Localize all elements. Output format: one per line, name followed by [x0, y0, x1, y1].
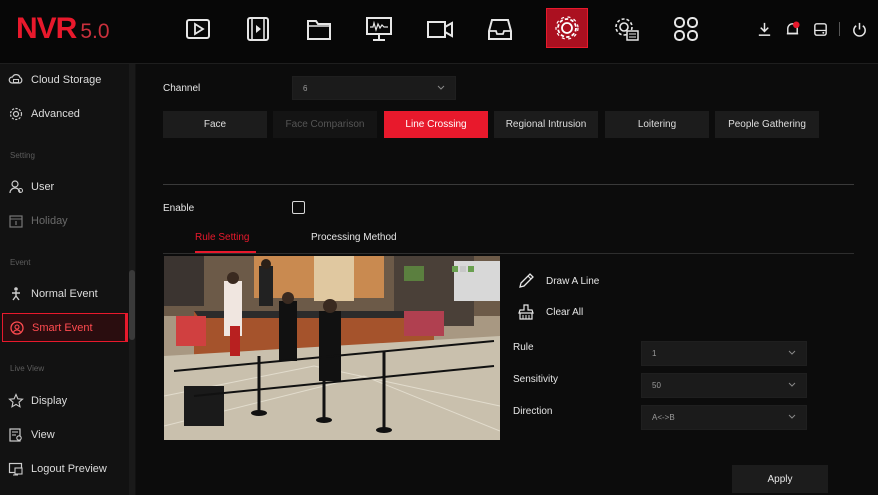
view-icon — [9, 428, 22, 442]
clear-all-label: Clear All — [546, 306, 584, 318]
sidebar-item-holiday[interactable]: Holiday — [8, 207, 126, 235]
sidebar-item-label: Advanced — [31, 108, 80, 120]
sidebar-item-view[interactable]: View — [8, 421, 126, 449]
sensitivity-label: Sensitivity — [513, 374, 559, 385]
sidebar-item-user[interactable]: User — [8, 173, 126, 201]
sidebar-item-normal-event[interactable]: Normal Event — [8, 280, 126, 308]
sidebar-item-smart-event[interactable]: Smart Event — [2, 313, 128, 342]
chevron-down-icon — [437, 85, 445, 90]
enable-checkbox[interactable] — [292, 201, 305, 214]
video-clip-icon[interactable] — [240, 11, 276, 47]
sidebar-item-logout-preview[interactable]: Logout Preview — [8, 455, 126, 483]
direction-value: A<->B — [652, 413, 675, 422]
clear-all-button[interactable]: Clear All — [516, 302, 583, 322]
chevron-down-icon — [788, 414, 796, 419]
disk-icon[interactable] — [811, 20, 829, 38]
status-icons — [755, 20, 868, 38]
storage-icon[interactable] — [482, 11, 518, 47]
sidebar-item-label: Smart Event — [32, 321, 93, 334]
sidebar-item-label: Normal Event — [31, 288, 98, 300]
pencil-icon — [519, 273, 534, 288]
draw-line-button[interactable]: Draw A Line — [516, 271, 599, 291]
sensitivity-select[interactable]: 50 — [641, 373, 807, 398]
sidebar-item-label: Holiday — [31, 215, 68, 227]
sidebar-item-label: Logout Preview — [31, 463, 107, 475]
sidebar-item-label: View — [31, 429, 55, 441]
draw-line-label: Draw A Line — [546, 275, 600, 287]
system-config-icon[interactable] — [608, 11, 644, 47]
advanced-gear-icon — [9, 107, 23, 121]
power-icon[interactable] — [850, 20, 868, 38]
tab-regional-intrusion[interactable]: Regional Intrusion — [494, 111, 598, 138]
channel-select[interactable]: 6 — [292, 76, 456, 100]
sidebar-item-label: User — [31, 181, 55, 193]
camera-icon[interactable] — [422, 11, 458, 47]
camera-preview[interactable] — [164, 256, 500, 440]
cloud-storage-icon — [8, 74, 23, 84]
section-label-live-view: Live View — [10, 364, 45, 373]
alarm-bell-icon[interactable] — [783, 20, 801, 38]
monitor-icon[interactable] — [361, 11, 397, 47]
section-label-setting: Setting — [10, 151, 35, 160]
sidebar-item-advanced[interactable]: Advanced — [8, 100, 126, 128]
divider — [839, 22, 840, 36]
calendar-icon — [9, 215, 23, 228]
main-content: Channel 6 Face Face Comparison Line Cros… — [136, 64, 878, 495]
download-icon[interactable] — [755, 20, 773, 38]
tab-face-comparison[interactable]: Face Comparison — [273, 111, 377, 138]
camera-scene-image — [164, 256, 500, 440]
tab-loitering[interactable]: Loitering — [605, 111, 709, 138]
divider — [163, 253, 854, 254]
sidebar-item-label: Display — [31, 395, 68, 407]
grid-menu-icon[interactable] — [668, 11, 704, 47]
smart-event-icon — [10, 320, 24, 335]
logout-preview-icon — [8, 462, 23, 476]
direction-select[interactable]: A<->B — [641, 405, 807, 430]
sidebar-item-label: Cloud Storage — [31, 74, 102, 86]
apply-button[interactable]: Apply — [732, 465, 828, 493]
nvr-logo: NVR 5.0 — [16, 12, 110, 45]
subtab-processing-method[interactable]: Processing Method — [311, 232, 397, 243]
tab-face[interactable]: Face — [163, 111, 267, 138]
chevron-down-icon — [788, 382, 796, 387]
channel-label: Channel — [163, 83, 201, 94]
settings-gear-icon[interactable] — [546, 8, 588, 48]
folder-icon[interactable] — [301, 11, 337, 47]
chevron-down-icon — [788, 350, 796, 355]
enable-label: Enable — [163, 203, 195, 214]
subtab-rule-setting[interactable]: Rule Setting — [195, 232, 249, 243]
direction-label: Direction — [513, 406, 553, 417]
rule-select[interactable]: 1 — [641, 341, 807, 366]
rule-label: Rule — [513, 342, 534, 353]
tab-people-gathering[interactable]: People Gathering — [715, 111, 819, 138]
sidebar-scrollbar-thumb[interactable] — [129, 270, 135, 340]
star-icon — [8, 393, 24, 408]
channel-value: 6 — [303, 83, 308, 93]
sensitivity-value: 50 — [652, 381, 661, 390]
playback-icon[interactable] — [180, 11, 216, 47]
section-label-event: Event — [10, 258, 31, 267]
user-icon — [9, 180, 23, 194]
sidebar-item-display[interactable]: Display — [8, 387, 126, 415]
rule-value: 1 — [652, 349, 657, 358]
sidebar-item-cloud-storage[interactable]: Cloud Storage — [8, 66, 126, 94]
tab-line-crossing[interactable]: Line Crossing — [384, 111, 488, 138]
divider — [163, 184, 854, 185]
top-navigation-bar: NVR 5.0 — [0, 0, 878, 64]
person-walking-icon — [12, 287, 20, 301]
eraser-icon — [518, 304, 534, 320]
